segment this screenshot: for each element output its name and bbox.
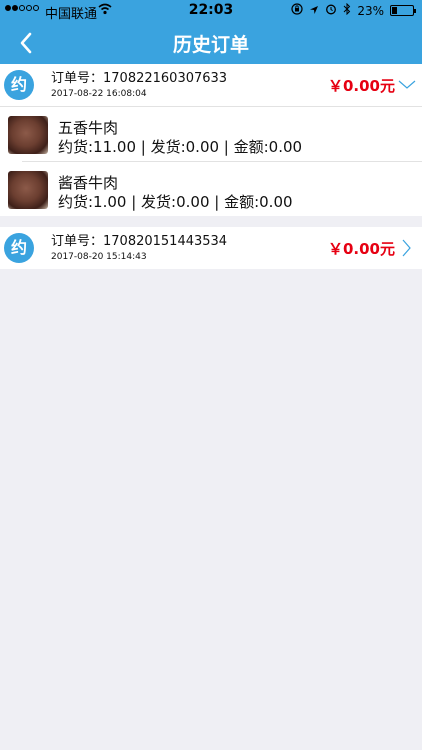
- chevron-right-icon[interactable]: [398, 239, 416, 257]
- list-item: 五香牛肉 约货:11.00 | 发货:0.00 | 金额:0.00: [0, 107, 422, 161]
- order-header[interactable]: 约 订单号：170820151443534 2017-08-20 15:14:4…: [0, 227, 422, 269]
- order-amount: ￥0.00元: [327, 77, 395, 95]
- battery-percent: 23%: [357, 3, 384, 18]
- order-card[interactable]: 约 订单号：170820151443534 2017-08-20 15:14:4…: [0, 227, 422, 269]
- order-date: 2017-08-22 16:08:04: [51, 89, 147, 99]
- lock-rotation-icon: [291, 3, 303, 18]
- order-amount: ￥0.00元: [327, 240, 395, 258]
- product-thumbnail: [8, 116, 48, 154]
- alarm-icon: [325, 3, 337, 18]
- order-card: 约 订单号：170822160307633 2017-08-22 16:08:0…: [0, 64, 422, 216]
- battery-icon: [390, 5, 416, 16]
- product-detail: 约货:11.00 | 发货:0.00 | 金额:0.00: [58, 138, 303, 156]
- chevron-down-icon[interactable]: [398, 76, 416, 94]
- order-header[interactable]: 约 订单号：170822160307633 2017-08-22 16:08:0…: [0, 64, 422, 106]
- nav-bar: 历史订单: [0, 22, 422, 64]
- order-number: 订单号：170822160307633: [51, 71, 228, 86]
- order-type-badge: 约: [4, 70, 34, 100]
- order-number: 订单号：170820151443534: [51, 234, 228, 249]
- status-bar: 中国联通 22:03 23%: [0, 0, 422, 22]
- product-thumbnail: [8, 171, 48, 209]
- order-date: 2017-08-20 15:14:43: [51, 252, 147, 262]
- product-name: 五香牛肉: [58, 119, 119, 137]
- product-name: 酱香牛肉: [58, 174, 119, 192]
- order-type-badge: 约: [4, 233, 34, 263]
- location-icon: [309, 4, 319, 18]
- product-detail: 约货:1.00 | 发货:0.00 | 金额:0.00: [58, 193, 293, 211]
- list-item: 酱香牛肉 约货:1.00 | 发货:0.00 | 金额:0.00: [0, 162, 422, 216]
- page-title: 历史订单: [172, 34, 249, 56]
- bluetooth-icon: [343, 2, 351, 18]
